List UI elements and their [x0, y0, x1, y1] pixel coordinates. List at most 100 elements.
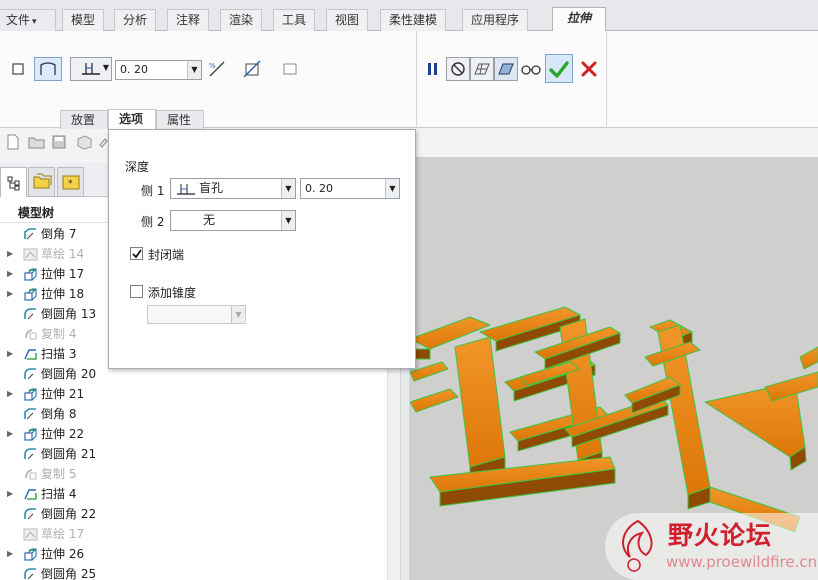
- cancel-button[interactable]: [577, 57, 601, 81]
- model-tree-item-label: 复制 4: [41, 327, 77, 341]
- verify-preview-button[interactable]: [494, 57, 518, 81]
- tab-render-label: 渲染: [229, 13, 254, 27]
- depth-value-text: 0. 20: [120, 63, 148, 76]
- watermark-title: 野火论坛: [668, 521, 773, 550]
- side1-label: 侧 1: [141, 184, 165, 198]
- expand-arrow-icon[interactable]: ▶: [7, 264, 13, 284]
- model-tree-item-label: 倒圆角 13: [41, 307, 97, 321]
- model-tree-item-label: 草绘 14: [41, 247, 85, 261]
- model-tree-item[interactable]: 倒圆角 21: [0, 444, 387, 464]
- chevron-down-icon[interactable]: ▼: [385, 179, 399, 198]
- svg-text:*: *: [68, 179, 73, 189]
- model-tree-item[interactable]: 倒圆角 25: [0, 564, 387, 580]
- checkmark-icon: [549, 60, 569, 78]
- sketch-icon: [23, 247, 38, 261]
- capped-ends-label: 封闭端: [148, 248, 185, 262]
- model-tree-item-label: 扫描 4: [41, 487, 77, 501]
- expand-arrow-icon[interactable]: ▶: [7, 344, 13, 364]
- close-icon: [581, 61, 597, 77]
- flip-direction-button[interactable]: %: [205, 57, 229, 81]
- sketch-icon: [23, 527, 38, 541]
- save-icon[interactable]: [52, 135, 66, 149]
- thicken-button[interactable]: [278, 57, 302, 81]
- new-file-icon[interactable]: [6, 134, 20, 150]
- sweep-icon: [23, 347, 38, 361]
- depth-type-button[interactable]: ▼: [70, 57, 112, 81]
- extrude-icon: [23, 547, 38, 561]
- extrude-icon: [23, 387, 38, 401]
- tab-model-tree[interactable]: [0, 167, 27, 197]
- tab-model-label: 模型: [71, 13, 96, 27]
- side1-depth-type-select[interactable]: 盲孔 ▼: [170, 178, 296, 199]
- model-tree-item-label: 拉伸 26: [41, 547, 85, 561]
- tab-render[interactable]: 渲染: [220, 9, 263, 31]
- tab-view[interactable]: 视图: [326, 9, 369, 31]
- watermark-url: www.proewildfire.cn: [666, 553, 818, 571]
- glasses-preview-button[interactable]: [519, 57, 543, 81]
- tab-model[interactable]: 模型: [62, 9, 105, 31]
- ok-button[interactable]: [545, 54, 573, 83]
- folder-browser-icon: [33, 173, 51, 189]
- depth-value-input[interactable]: 0. 20 ▼: [115, 60, 202, 80]
- model-tree-item-label: 倒圆角 25: [41, 567, 97, 580]
- model-tree-item[interactable]: 倒圆角 22: [0, 504, 387, 524]
- expand-arrow-icon[interactable]: ▶: [7, 544, 13, 564]
- model-tree-item[interactable]: ▶ 拉伸 21: [0, 384, 387, 404]
- expand-arrow-icon[interactable]: ▶: [7, 284, 13, 304]
- tab-file[interactable]: 文件 ▾: [0, 9, 56, 31]
- tab-extrude-label: 拉伸: [566, 11, 591, 25]
- chevron-down-icon[interactable]: ▼: [281, 179, 295, 198]
- extrude-icon: [23, 427, 38, 441]
- capped-ends-checkbox[interactable]: [130, 247, 143, 260]
- add-taper-checkbox[interactable]: [130, 285, 143, 298]
- tab-applications[interactable]: 应用程序: [462, 9, 529, 31]
- tab-folder-browser[interactable]: [28, 167, 55, 197]
- expand-arrow-icon[interactable]: ▶: [7, 244, 13, 264]
- tab-annotate[interactable]: 注释: [167, 9, 210, 31]
- remove-material-button[interactable]: [240, 57, 264, 81]
- side1-depth-type-text: 盲孔: [199, 181, 224, 195]
- model-tree-item[interactable]: ▶ 拉伸 26: [0, 544, 387, 564]
- model-tree-item[interactable]: 草绘 17: [0, 524, 387, 544]
- round-icon: [23, 447, 38, 461]
- subtab-options[interactable]: 选项: [108, 109, 156, 129]
- eraser-icon[interactable]: [99, 137, 108, 149]
- model-tree-item-label: 复制 5: [41, 467, 77, 481]
- checkmark-icon: [132, 249, 142, 259]
- side2-depth-type-select[interactable]: 无 ▼: [170, 210, 296, 231]
- tab-analysis-label: 分析: [123, 13, 148, 27]
- side2-label: 侧 2: [141, 215, 165, 229]
- open-folder-icon[interactable]: [28, 135, 46, 149]
- subtab-placement[interactable]: 放置: [60, 110, 108, 129]
- surface-button[interactable]: [34, 57, 62, 81]
- model-tree-item[interactable]: ▶ 扫描 4: [0, 484, 387, 504]
- expand-arrow-icon[interactable]: ▶: [7, 384, 13, 404]
- tab-flexible-modeling[interactable]: 柔性建模: [380, 9, 447, 31]
- tab-favorites[interactable]: *: [57, 167, 84, 197]
- expand-arrow-icon[interactable]: ▶: [7, 424, 13, 444]
- model-tree-item[interactable]: 倒角 8: [0, 404, 387, 424]
- round-icon: [23, 307, 38, 321]
- model-tree-item[interactable]: ▶ 拉伸 22: [0, 424, 387, 444]
- chevron-down-icon[interactable]: ▼: [281, 211, 295, 230]
- side1-depth-value-text: 0. 20: [305, 182, 333, 195]
- pause-button[interactable]: [421, 57, 445, 81]
- solid-button[interactable]: [6, 57, 30, 81]
- part-icon[interactable]: [76, 134, 92, 150]
- model-tree-item-label: 倒圆角 22: [41, 507, 97, 521]
- tab-analysis[interactable]: 分析: [114, 9, 157, 31]
- chevron-down-icon[interactable]: ▼: [187, 61, 201, 79]
- separate-preview-button[interactable]: [470, 57, 494, 81]
- tab-extrude[interactable]: 拉伸: [552, 7, 606, 32]
- tab-tools[interactable]: 工具: [273, 9, 316, 31]
- tab-view-label: 视图: [335, 13, 360, 27]
- subtab-properties[interactable]: 属性: [156, 110, 204, 129]
- side1-depth-value-input[interactable]: 0. 20 ▼: [300, 178, 400, 199]
- round-icon: [23, 367, 38, 381]
- copy-icon: [23, 327, 38, 341]
- tab-applications-label: 应用程序: [471, 13, 520, 27]
- chamfer-icon: [23, 407, 38, 421]
- expand-arrow-icon[interactable]: ▶: [7, 484, 13, 504]
- model-tree-item[interactable]: 复制 5: [0, 464, 387, 484]
- no-preview-button[interactable]: [446, 57, 470, 81]
